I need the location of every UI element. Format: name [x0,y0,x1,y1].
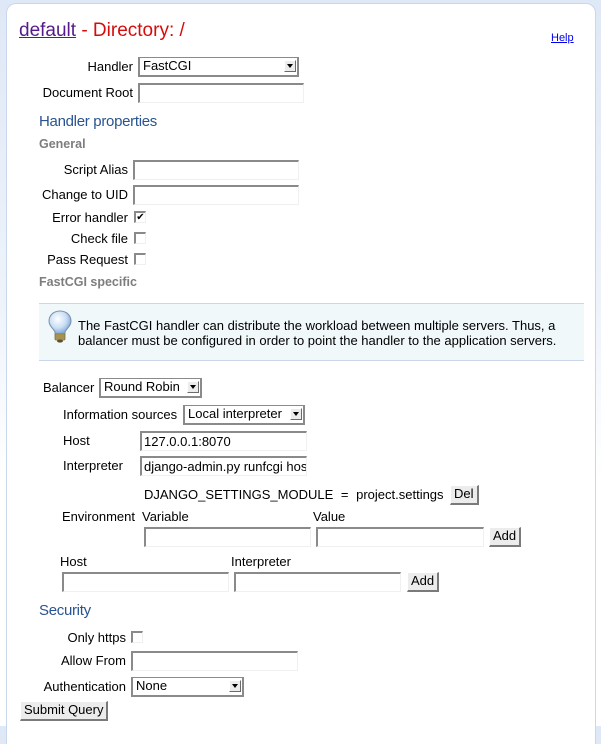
error-handler-checkbox[interactable]: ✔ [134,211,146,223]
info-sources-select[interactable]: Local interpreter [183,405,305,425]
authentication-label: Authentication [43,679,126,694]
env-equals: = [340,487,349,502]
pass-request-checkbox[interactable] [134,253,146,265]
handler-label: Handler [87,59,133,74]
env-value-input[interactable] [316,527,484,547]
env-variable-name: DJANGO_SETTINGS_MODULE [144,487,334,502]
handler-select[interactable]: FastCGI [138,57,299,77]
new-interpreter-input[interactable] [234,572,401,592]
chevron-down-icon [290,408,302,420]
new-host-input[interactable] [62,572,229,592]
lightbulb-icon [48,310,72,343]
interpreter-label: Interpreter [63,458,123,473]
chevron-down-icon [284,60,296,72]
document-root-label: Document Root [42,85,133,100]
allow-from-input[interactable] [131,651,298,671]
notice-text: The FastCGI handler can distribute the w… [78,318,557,348]
host-label: Host [63,433,90,448]
help-link[interactable]: Help [551,32,574,44]
handler-value: FastCGI [143,58,192,73]
authentication-value: None [136,678,168,693]
vserver-link[interactable]: default [19,20,76,41]
change-uid-label: Change to UID [42,187,128,202]
security-heading: Security [39,602,91,619]
info-notice: The FastCGI handler can distribute the w… [39,303,584,361]
host-input[interactable]: 127.0.0.1:8070 [140,431,307,451]
pass-request-label: Pass Request [47,252,128,267]
document-root-input[interactable] [138,83,304,103]
env-value-header: Value [313,509,346,524]
only-https-label: Only https [67,630,126,645]
allow-from-label: Allow From [60,653,126,668]
env-variable-header: Variable [142,509,189,524]
check-file-checkbox[interactable] [134,232,146,244]
general-heading: General [39,137,86,151]
env-variable-value: project.settings [356,487,444,502]
chevron-down-icon [187,381,199,393]
source-add-button[interactable]: Add [407,572,440,592]
new-interpreter-header: Interpreter [231,554,291,569]
directory-title: - Directory: / [76,20,185,41]
new-host-header: Host [60,554,87,569]
info-sources-label: Information sources [63,407,178,422]
authentication-select[interactable]: None [131,677,244,697]
env-add-button[interactable]: Add [489,527,522,547]
page-title: default - Directory: / [19,20,185,42]
submit-button[interactable]: Submit Query [20,701,109,721]
error-handler-label: Error handler [52,210,128,225]
balancer-label: Balancer [43,380,95,395]
env-variable-input[interactable] [144,527,311,547]
handler-properties-heading: Handler properties [39,113,157,130]
info-sources-value: Local interpreter [188,406,282,421]
env-entry: DJANGO_SETTINGS_MODULE = project.setting… [144,487,444,502]
environment-label: Environment [62,509,135,524]
script-alias-label: Script Alias [63,162,128,177]
script-alias-input[interactable] [133,160,299,180]
interpreter-input[interactable]: django-admin.py runfcgi hos [140,456,307,476]
balancer-value: Round Robin [104,379,180,394]
check-file-label: Check file [70,231,128,246]
env-delete-button[interactable]: Del [450,485,479,505]
balancer-select[interactable]: Round Robin [99,378,202,398]
only-https-checkbox[interactable] [131,631,143,643]
fastcgi-heading: FastCGI specific [39,275,137,289]
change-uid-input[interactable] [133,185,299,205]
chevron-down-icon [229,680,241,692]
